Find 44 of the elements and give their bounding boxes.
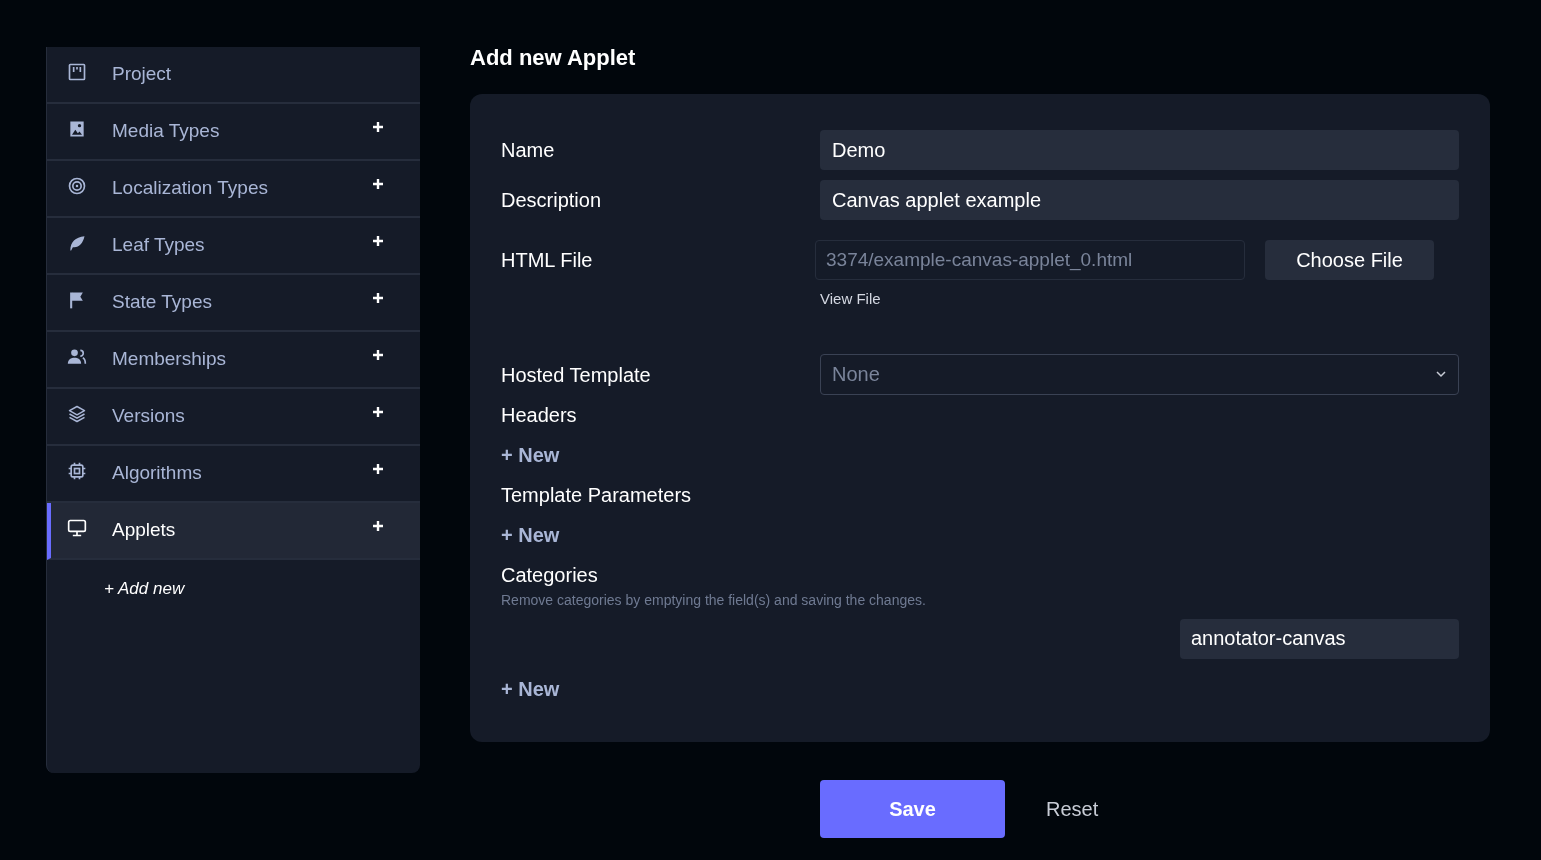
plus-icon[interactable] (372, 234, 384, 247)
text-input[interactable]: Demo (820, 130, 1459, 170)
field-label: HTML File (501, 248, 594, 273)
field-label: Hosted Template (501, 363, 652, 388)
board-icon (67, 61, 87, 82)
plus-icon[interactable] (372, 120, 384, 133)
add-new-link[interactable]: + Add new (104, 579, 185, 598)
sidebar-item[interactable]: Media Types (47, 104, 420, 161)
sidebar-item[interactable]: Memberships (47, 332, 420, 389)
add-new-button[interactable]: + New (501, 440, 560, 469)
plus-icon[interactable] (372, 519, 384, 532)
page-title: Add new Applet (470, 47, 637, 72)
field-label: Categories (501, 562, 599, 588)
file-path-field[interactable]: 3374/example-canvas-applet_0.html (815, 240, 1245, 280)
target-icon (67, 175, 87, 196)
choose-file-button[interactable]: Choose File (1265, 240, 1434, 280)
field-label: Name (501, 138, 556, 163)
field-label: Headers (501, 402, 578, 428)
chevron-down-icon (1435, 368, 1447, 380)
field-label: Description (501, 188, 603, 213)
sidebar-item[interactable]: Versions (47, 389, 420, 446)
sidebar-item[interactable]: Project (47, 47, 420, 104)
field-label: Template Parameters (501, 482, 693, 508)
add-new-button[interactable]: + New (501, 674, 560, 703)
hint-text: Remove categories by emptying the field(s) and saving the changes. (501, 590, 927, 610)
sidebar-item[interactable]: State Types (47, 275, 420, 332)
sidebar-item[interactable]: Localization Types (47, 161, 420, 218)
plus-icon[interactable] (372, 348, 384, 361)
text-input[interactable]: Canvas applet example (820, 180, 1459, 220)
sidebar-item[interactable]: Applets (47, 503, 420, 560)
chip-icon (67, 460, 87, 481)
plus-icon[interactable] (372, 177, 384, 190)
template-select[interactable]: None (820, 353, 1459, 395)
plus-icon[interactable] (372, 405, 384, 418)
reset-button[interactable]: Reset (1046, 794, 1099, 824)
view-file-link[interactable]: View File (820, 288, 881, 311)
monitor-icon (67, 517, 87, 538)
save-button[interactable]: Save (820, 780, 1005, 838)
category-input[interactable]: annotator-canvas (1180, 618, 1459, 659)
add-new-button[interactable]: + New (501, 520, 560, 549)
plus-icon[interactable] (372, 291, 384, 304)
sidebar-item[interactable]: Leaf Types (47, 218, 420, 275)
plus-icon[interactable] (372, 462, 384, 475)
layers-icon (67, 403, 87, 424)
